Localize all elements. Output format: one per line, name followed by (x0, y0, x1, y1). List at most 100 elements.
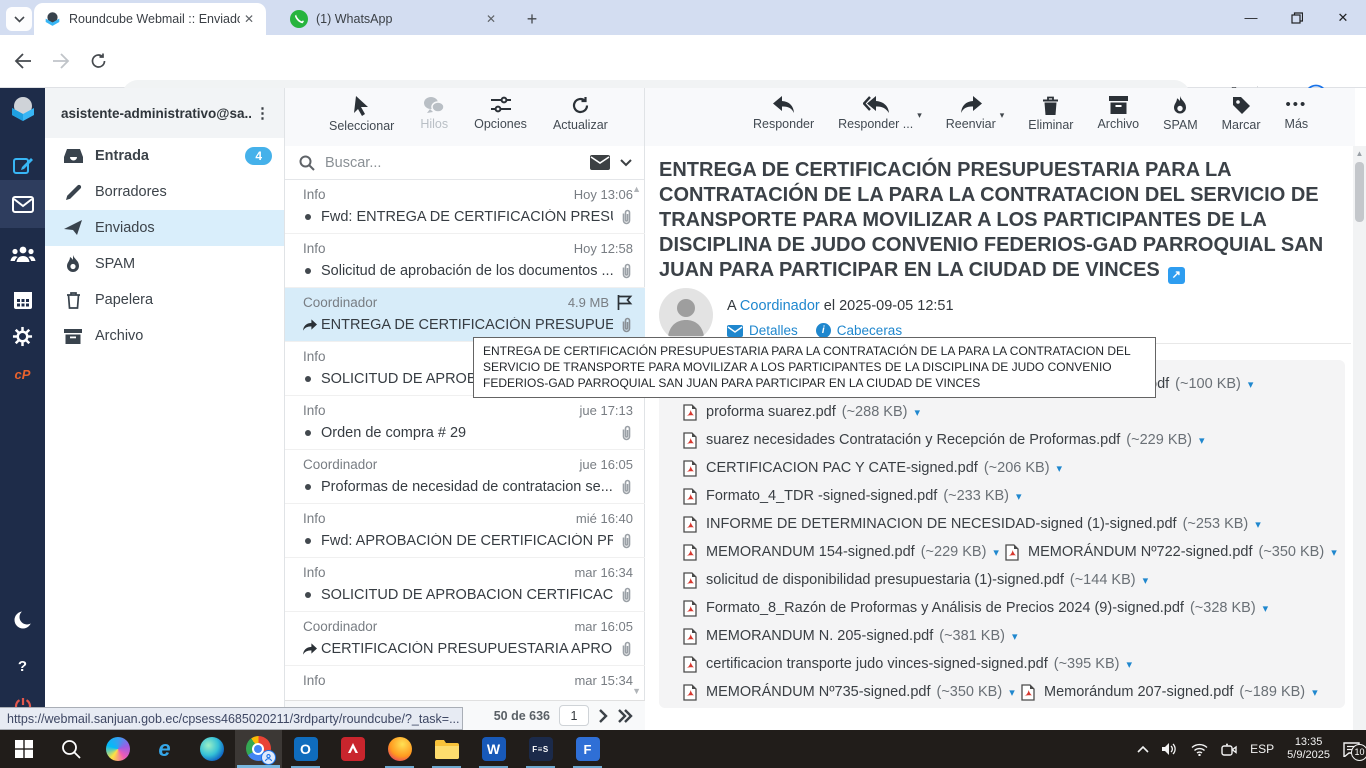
refresh-button[interactable]: Actualizar (553, 96, 608, 132)
attachment-item[interactable]: proforma suarez.pdf(~288 KB)▾ (683, 398, 1345, 426)
sidebar-item-papelera[interactable]: Papelera (45, 282, 284, 318)
attachment-menu-icon[interactable]: ▾ (1016, 490, 1022, 503)
mark-button[interactable]: Marcar (1222, 96, 1261, 132)
account-header[interactable]: asistente-administrativo@sa... ⋮ (45, 88, 284, 138)
attachment-menu-icon[interactable]: ▾ (1255, 518, 1261, 531)
delete-button[interactable]: Eliminar (1028, 96, 1073, 132)
search-scope-mail-icon[interactable] (590, 155, 610, 170)
message-row[interactable]: Infojue 17:13 Orden de compra # 29 (285, 396, 645, 450)
cpanel-icon[interactable]: cP (0, 354, 45, 394)
forward-icon[interactable] (52, 53, 70, 69)
close-window-button[interactable]: ✕ (1320, 0, 1366, 35)
message-row-selected[interactable]: Coordinador4.9 MB ENTREGA DE CERTIFICACI… (285, 288, 645, 342)
search-options-chevron-icon[interactable] (620, 159, 632, 167)
tray-expand-chevron-icon[interactable] (1137, 745, 1149, 753)
copilot-button[interactable] (94, 730, 141, 768)
start-button[interactable] (0, 730, 47, 768)
attachment-menu-icon[interactable]: ▾ (914, 406, 920, 419)
more-button[interactable]: ••• Más (1285, 96, 1309, 131)
archive-button[interactable]: Archivo (1097, 96, 1139, 131)
attachment-menu-icon[interactable]: ▾ (1009, 686, 1015, 699)
edge-button[interactable] (188, 730, 235, 768)
message-row[interactable]: Infomar 16:34 SOLICITUD DE APROBACION CE… (285, 558, 645, 612)
attachment-menu-icon[interactable]: ▾ (1057, 462, 1063, 475)
minimize-button[interactable]: — (1228, 0, 1274, 35)
scrollbar-thumb[interactable] (1355, 162, 1364, 222)
page-number-box[interactable]: 1 (559, 705, 589, 726)
sidebar-item-spam[interactable]: SPAM (45, 246, 284, 282)
attachment-item[interactable]: MEMORÁNDUM Nº735-signed.pdf(~350 KB)▾ (683, 678, 1021, 706)
scroll-down-icon[interactable]: ▼ (632, 686, 641, 696)
attachment-item[interactable]: INFORME DE DETERMINACION DE NECESIDAD-si… (683, 510, 1345, 538)
reply-all-button[interactable]: Responder ... (838, 96, 913, 131)
internet-explorer-button[interactable]: e (141, 730, 188, 768)
file-explorer-button[interactable] (423, 730, 470, 768)
attachment-item[interactable]: MEMORANDUM N. 205-signed.pdf(~381 KB)▾ (683, 622, 1345, 650)
external-link-icon[interactable]: ↗ (1168, 267, 1185, 284)
forward-caret-icon[interactable]: ▾ (1000, 110, 1005, 121)
scroll-up-icon[interactable]: ▲ (632, 184, 641, 194)
account-menu-icon[interactable]: ⋮ (251, 104, 274, 122)
search-input[interactable] (325, 155, 590, 171)
options-button[interactable]: Opciones (474, 96, 527, 131)
recipient-link[interactable]: Coordinador (740, 298, 820, 314)
back-icon[interactable] (14, 53, 32, 69)
new-tab-button[interactable]: + (520, 7, 544, 31)
sidebar-item-borradores[interactable]: Borradores (45, 174, 284, 210)
meet-now-icon[interactable] (1221, 743, 1237, 756)
tab-close-icon[interactable]: ✕ (240, 10, 258, 28)
taskbar-search-button[interactable] (47, 730, 94, 768)
attachment-item[interactable]: certificacion transporte judo vinces-sig… (683, 650, 1345, 678)
tab-search-button[interactable] (6, 7, 32, 31)
message-row[interactable]: Coordinadormar 16:05 CERTIFICACIÓN PRESU… (285, 612, 645, 666)
attachment-item[interactable]: suarez necesidades Contratación y Recepc… (683, 426, 1345, 454)
message-row[interactable]: InfoHoy 13:06 Fwd: ENTREGA DE CERTIFICAC… (285, 180, 645, 234)
attachment-item[interactable]: Formato_8_Razón de Proformas y Análisis … (683, 594, 1345, 622)
attachment-menu-icon[interactable]: ▾ (993, 546, 999, 559)
wifi-icon[interactable] (1191, 743, 1208, 756)
reload-icon[interactable] (90, 53, 107, 70)
attachment-menu-icon[interactable]: ▾ (1126, 658, 1132, 671)
scroll-up-icon[interactable]: ▲ (1355, 149, 1365, 158)
attachment-menu-icon[interactable]: ▾ (1331, 546, 1337, 559)
message-row[interactable]: Coordinadorjue 16:05 Proformas de necesi… (285, 450, 645, 504)
chrome-button[interactable] (235, 730, 282, 768)
threads-button[interactable]: Hilos (420, 96, 448, 131)
contacts-button[interactable] (0, 234, 45, 274)
taskbar-clock[interactable]: 13:35 5/9/2025 (1287, 736, 1330, 762)
forward-button[interactable]: Reenviar (946, 96, 996, 131)
tab-roundcube[interactable]: Roundcube Webmail :: Enviados ✕ (34, 3, 266, 35)
notifications-button[interactable]: 10 (1343, 742, 1360, 757)
message-row[interactable]: InfoHoy 12:58 Solicitud de aprobación de… (285, 234, 645, 288)
calendar-button[interactable] (0, 280, 45, 320)
attachment-menu-icon[interactable]: ▾ (1143, 574, 1149, 587)
select-button[interactable]: Seleccionar (329, 96, 394, 133)
word-button[interactable]: W (470, 730, 517, 768)
details-link[interactable]: Detalles (727, 323, 798, 338)
mail-nav-button[interactable] (0, 180, 45, 228)
dark-mode-moon-icon[interactable] (0, 600, 45, 640)
sidebar-item-enviados[interactable]: Enviados (45, 210, 284, 246)
next-page-icon[interactable] (598, 709, 608, 723)
acrobat-button[interactable] (329, 730, 376, 768)
attachment-menu-icon[interactable]: ▾ (1312, 686, 1318, 699)
attachment-item[interactable]: MEMORANDUM 154-signed.pdf(~229 KB)▾ (683, 538, 1005, 566)
attachment-item[interactable]: solicitud de disponibilidad presupuestar… (683, 566, 1345, 594)
tab-close-icon[interactable]: ✕ (482, 10, 500, 28)
volume-icon[interactable] (1162, 742, 1178, 756)
reply-button[interactable]: Responder (753, 96, 814, 131)
restore-button[interactable] (1274, 0, 1320, 35)
attachment-menu-icon[interactable]: ▾ (1248, 378, 1254, 391)
attachment-menu-icon[interactable]: ▾ (1199, 434, 1205, 447)
attachment-item[interactable]: Memorándum 207-signed.pdf(~189 KB)▾ (1021, 678, 1318, 706)
blue-f-app-button[interactable]: F (564, 730, 611, 768)
outlook-button[interactable]: O (282, 730, 329, 768)
flag-icon[interactable] (617, 295, 633, 310)
sidebar-item-entrada[interactable]: Entrada 4 (45, 138, 284, 174)
attachment-menu-icon[interactable]: ▾ (1012, 630, 1018, 643)
attachment-menu-icon[interactable]: ▾ (1263, 602, 1269, 615)
message-row[interactable]: Infomié 16:40 Fwd: APROBACIÓN DE CERTIFI… (285, 504, 645, 558)
attachment-item[interactable]: MEMORÁNDUM Nº722-signed.pdf(~350 KB)▾ (1005, 538, 1337, 566)
tab-whatsapp[interactable]: (1) WhatsApp ✕ (280, 3, 508, 35)
headers-link[interactable]: i Cabeceras (816, 323, 902, 338)
